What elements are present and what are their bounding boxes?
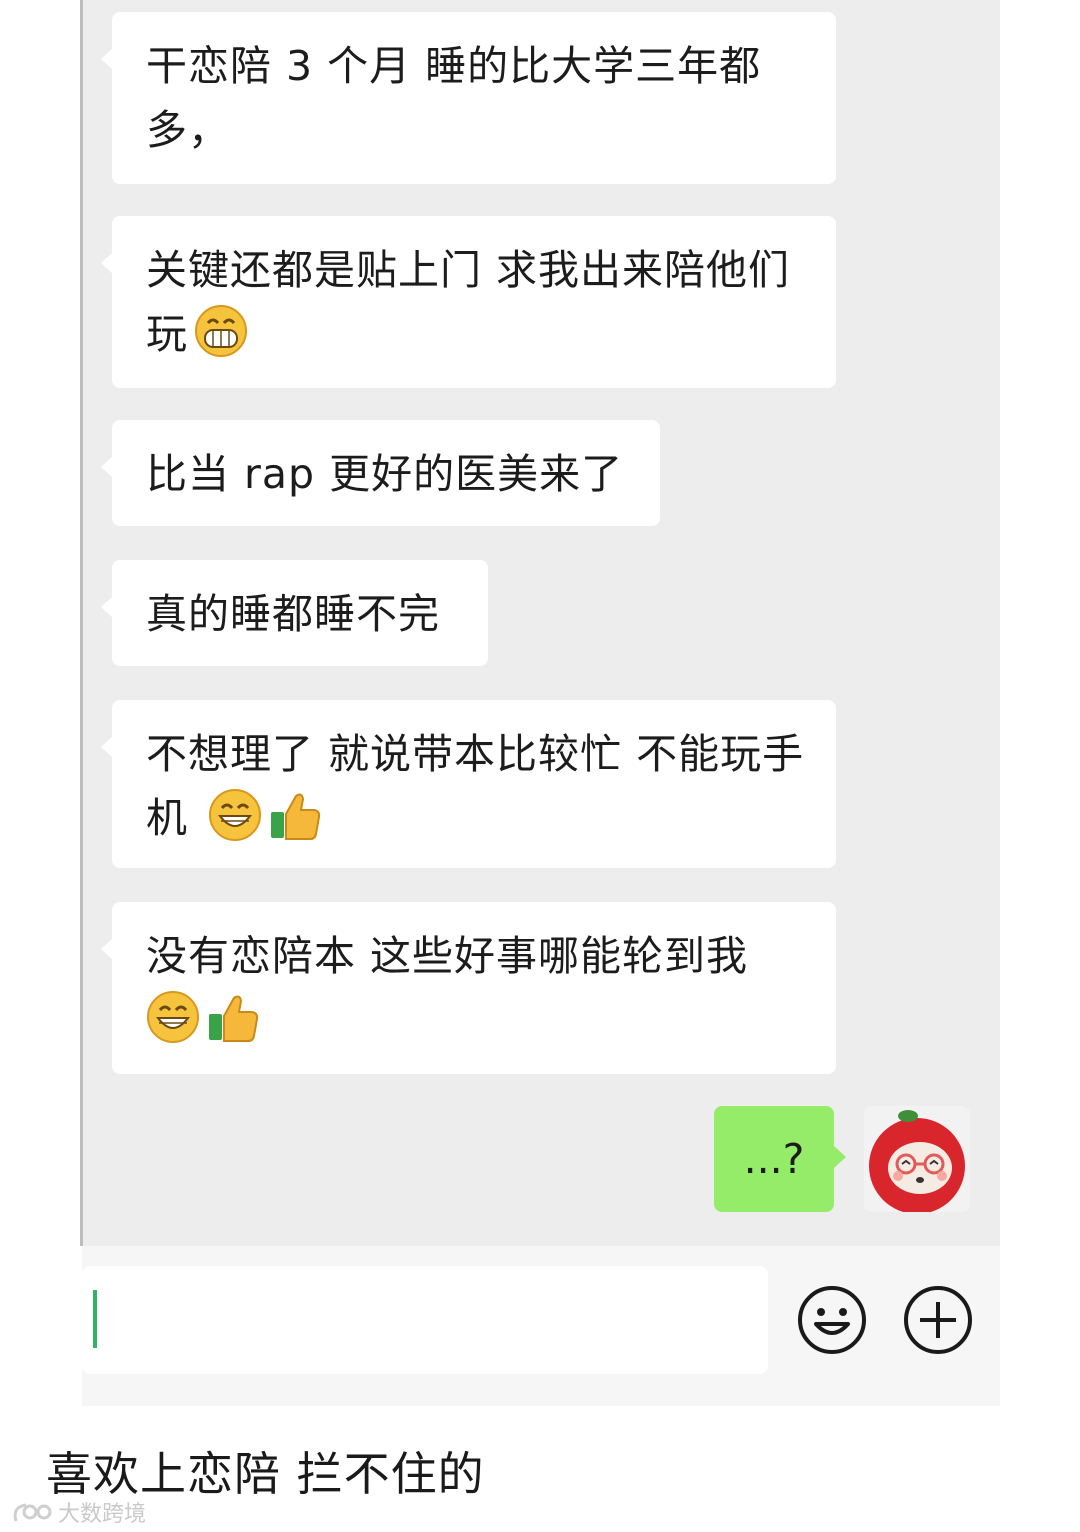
outgoing-message-bubble[interactable]: ...?: [714, 1106, 846, 1212]
watermark-text: 大数跨境: [58, 1502, 147, 1527]
message-bubble[interactable]: 没有恋陪本 这些好事哪能轮到我: [101, 902, 836, 1074]
smile-icon: [208, 788, 262, 842]
message-bubble[interactable]: 比当 rap 更好的医美来了: [101, 420, 660, 526]
message-text: 比当 rap 更好的医美来了: [146, 450, 624, 498]
page: 干恋陪 3 个月 睡的比大学三年都多， 关键还都是贴上门 求我出来陪他们玩 比当…: [0, 0, 1080, 1532]
grin-icon: [194, 304, 248, 358]
avatar[interactable]: [864, 1106, 970, 1212]
outgoing-message-text: ...?: [743, 1135, 805, 1183]
message-bubble[interactable]: 干恋陪 3 个月 睡的比大学三年都多，: [101, 12, 836, 184]
text-cursor: [93, 1290, 97, 1348]
thumbs-up-icon: [268, 788, 322, 842]
smile-icon: [146, 990, 200, 1044]
watermark: 大数跨境: [10, 1494, 146, 1530]
message-bubble[interactable]: 真的睡都睡不完: [101, 560, 488, 666]
watermark-logo-icon: [13, 1503, 52, 1522]
emoji-button-icon[interactable]: [796, 1284, 868, 1356]
message-bubble[interactable]: 不想理了 就说带本比较忙 不能玩手机: [101, 700, 836, 868]
message-text: 干恋陪 3 个月 睡的比大学三年都多，: [146, 42, 762, 154]
panel-edge-divider: [80, 0, 83, 1246]
message-text: 没有恋陪本 这些好事哪能轮到我: [146, 932, 749, 980]
message-input[interactable]: [82, 1266, 768, 1374]
thumbs-up-icon: [206, 990, 260, 1044]
message-bubble[interactable]: 关键还都是贴上门 求我出来陪他们玩: [101, 216, 836, 388]
message-text: 真的睡都睡不完: [146, 590, 440, 638]
plus-icon[interactable]: [902, 1284, 974, 1356]
